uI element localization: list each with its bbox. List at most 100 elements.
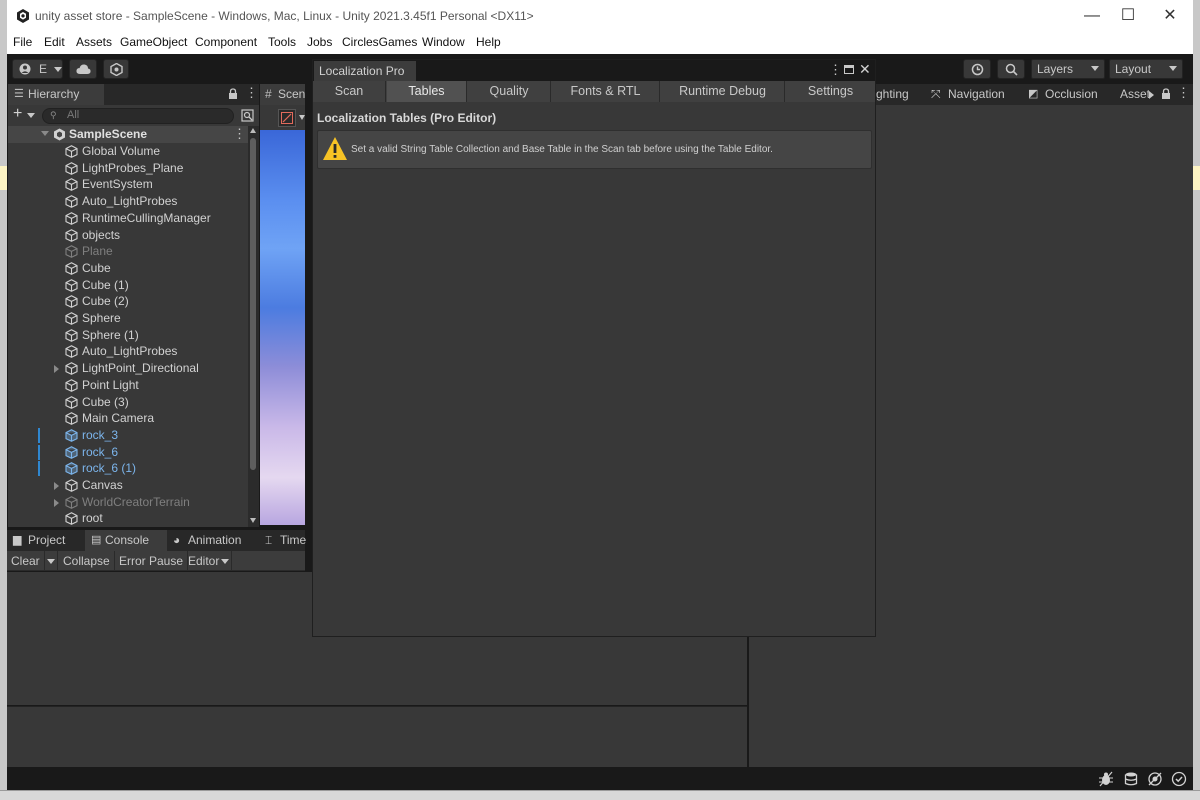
console-detail-area[interactable] — [7, 706, 747, 767]
tab-asset[interactable]: Asset — [1120, 84, 1150, 105]
chevron-right-icon[interactable] — [1149, 91, 1154, 99]
chevron-down-icon[interactable] — [27, 113, 35, 118]
undo-history-button[interactable] — [963, 59, 991, 79]
add-icon[interactable]: + — [13, 105, 22, 123]
hierarchy-item[interactable]: RuntimeCullingManager — [8, 210, 248, 227]
error-pause-button[interactable]: Error Pause — [115, 551, 189, 571]
close-icon[interactable]: ✕ — [859, 61, 871, 78]
hierarchy-item[interactable]: Canvas — [8, 477, 248, 494]
chevron-down-icon[interactable] — [299, 115, 305, 120]
tab-animation[interactable]: ◕ Animation — [167, 530, 261, 551]
check-circle-icon[interactable] — [1171, 771, 1187, 787]
hierarchy-item[interactable]: Plane — [8, 243, 248, 260]
hierarchy-item[interactable]: rock_3 — [8, 427, 248, 444]
hierarchy-item[interactable]: Global Volume — [8, 143, 248, 160]
hierarchy-item[interactable]: rock_6 — [8, 444, 248, 461]
maximize-icon[interactable] — [844, 65, 854, 74]
hierarchy-item[interactable]: Cube — [8, 260, 248, 277]
lock-icon[interactable] — [228, 88, 238, 100]
editor-dropdown-label: Editor — [188, 554, 220, 568]
menu-file[interactable]: File — [13, 35, 32, 49]
clear-button[interactable]: Clear — [7, 551, 45, 571]
hierarchy-item[interactable]: Auto_LightProbes — [8, 343, 248, 360]
draw-mode-button[interactable] — [278, 109, 296, 127]
services-button[interactable] — [103, 59, 129, 79]
account-button[interactable]: E — [12, 59, 63, 79]
editor-dropdown[interactable]: Editor — [184, 551, 232, 571]
more-options-icon[interactable]: ⋮ — [1177, 85, 1190, 101]
hierarchy-item[interactable]: EventSystem — [8, 176, 248, 193]
menu-window[interactable]: Window — [422, 35, 465, 49]
console-tab-label: Console — [105, 533, 150, 547]
menu-help[interactable]: Help — [476, 35, 501, 49]
layout-label: Layout — [1115, 62, 1152, 76]
tab-console[interactable]: ▤ Console — [85, 530, 167, 551]
hierarchy-item[interactable]: objects — [8, 227, 248, 244]
menu-circlesgames[interactable]: CirclesGames — [342, 35, 417, 49]
hierarchy-item[interactable]: LightProbes_Plane — [8, 160, 248, 177]
more-options-icon[interactable]: ⋮ — [829, 62, 842, 78]
bottom-right-panel — [749, 637, 876, 767]
tab-hierarchy[interactable]: ☰ Hierarchy — [8, 84, 104, 105]
scene-viewport[interactable] — [260, 130, 305, 525]
more-options-icon[interactable]: ⋮ — [233, 126, 246, 142]
search-button[interactable] — [997, 59, 1025, 79]
menu-component[interactable]: Component — [195, 35, 257, 49]
scene-row[interactable]: SampleScene ⋮ — [8, 126, 248, 143]
expand-arrow-icon[interactable] — [54, 365, 59, 374]
maximize-button[interactable]: ☐ — [1117, 5, 1139, 27]
menu-gameobject[interactable]: GameObject — [120, 35, 187, 49]
tab-tables[interactable]: Tables — [387, 81, 467, 102]
tab-quality[interactable]: Quality — [468, 81, 551, 102]
tab-occlusion[interactable]: Occlusion — [1045, 84, 1098, 105]
hierarchy-item[interactable]: Cube (1) — [8, 277, 248, 294]
scroll-up-icon[interactable] — [250, 128, 256, 133]
menu-edit[interactable]: Edit — [44, 35, 65, 49]
hierarchy-item[interactable]: rock_6 (1) — [8, 460, 248, 477]
hierarchy-item[interactable]: Cube (2) — [8, 293, 248, 310]
menu-jobs[interactable]: Jobs — [307, 35, 332, 49]
more-options-icon[interactable]: ⋮ — [245, 85, 258, 101]
menu-tools[interactable]: Tools — [268, 35, 296, 49]
tab-fonts-rtl[interactable]: Fonts & RTL — [552, 81, 660, 102]
network-off-icon[interactable] — [1147, 771, 1163, 787]
hierarchy-item[interactable]: Main Camera — [8, 410, 248, 427]
layout-dropdown[interactable]: Layout — [1109, 59, 1183, 79]
tab-scan[interactable]: Scan — [313, 81, 386, 102]
close-button[interactable]: ✕ — [1159, 5, 1181, 27]
tab-settings[interactable]: Settings — [786, 81, 875, 102]
expand-arrow-icon[interactable] — [41, 131, 49, 136]
collapse-button[interactable]: Collapse — [59, 551, 115, 571]
hierarchy-tree: Global Volume LightProbes_Plane EventSyste… — [8, 143, 248, 527]
scene-search-icon[interactable] — [241, 109, 254, 122]
database-icon[interactable] — [1123, 771, 1139, 787]
minimize-button[interactable]: — — [1081, 5, 1103, 27]
hierarchy-item[interactable]: Auto_LightProbes — [8, 193, 248, 210]
hierarchy-item[interactable]: Point Light — [8, 377, 248, 394]
menu-assets[interactable]: Assets — [76, 35, 112, 49]
hierarchy-item[interactable]: Sphere (1) — [8, 327, 248, 344]
expand-arrow-icon[interactable] — [54, 498, 59, 507]
localization-window-title[interactable]: Localization Pro — [314, 61, 416, 81]
hierarchy-scrollbar[interactable] — [248, 126, 259, 527]
scroll-thumb[interactable] — [250, 138, 256, 470]
hierarchy-item[interactable]: Sphere — [8, 310, 248, 327]
scroll-down-icon[interactable] — [250, 518, 256, 523]
clear-options-dropdown[interactable] — [44, 551, 58, 571]
layers-dropdown[interactable]: Layers — [1031, 59, 1105, 79]
hierarchy-item[interactable]: Cube (3) — [8, 394, 248, 411]
tab-timeline[interactable]: ⌶ Time — [261, 530, 306, 551]
expand-arrow-icon[interactable] — [54, 482, 59, 490]
tab-project[interactable]: ▆ Project — [7, 530, 85, 551]
tab-runtime-debug[interactable]: Runtime Debug — [661, 81, 785, 102]
hierarchy-item[interactable]: WorldCreatorTerrain — [8, 494, 248, 511]
bug-icon[interactable] — [1098, 771, 1114, 787]
tab-navigation[interactable]: Navigation — [948, 84, 1005, 105]
cloud-button[interactable] — [69, 59, 97, 79]
lock-icon[interactable] — [1161, 88, 1171, 100]
hierarchy-search-input[interactable]: ⚲ All — [42, 108, 234, 124]
hierarchy-item[interactable]: root — [8, 510, 248, 527]
tab-scene[interactable]: # Scen — [260, 84, 305, 105]
hierarchy-item[interactable]: LightPoint_Directional — [8, 360, 248, 377]
tab-lighting[interactable]: ghting — [876, 84, 909, 105]
